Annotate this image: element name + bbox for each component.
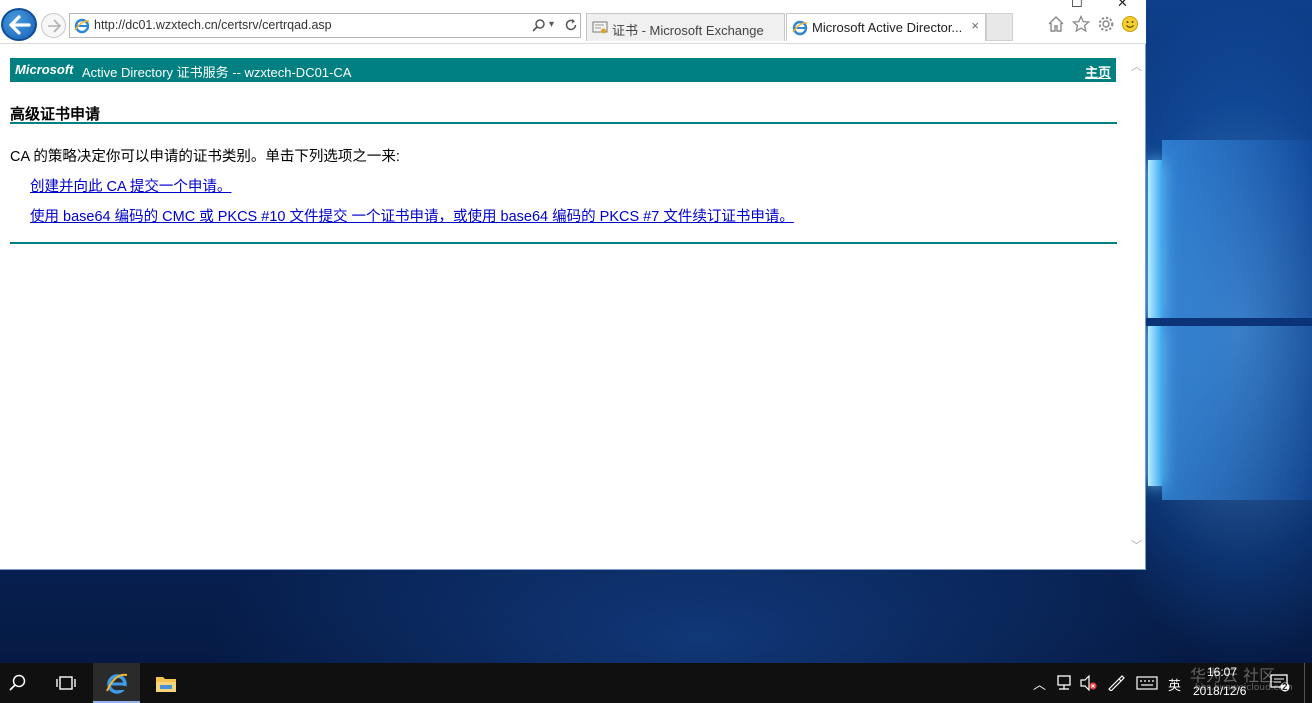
close-window-icon[interactable]: ✕ [1117,0,1128,11]
new-tab-button[interactable] [986,13,1013,41]
scroll-up-icon[interactable]: ︿ [1131,58,1142,74]
tab-exchange[interactable]: 证书 - Microsoft Exchange [586,13,785,41]
taskbar-internet-explorer[interactable] [93,663,140,703]
browser-toolbar: http://dc01.wzxtech.cn/certsrv/certrqad.… [0,0,1146,44]
ie-browser-window: http://dc01.wzxtech.cn/certsrv/certrqad.… [0,0,1146,570]
keyboard-icon[interactable] [1136,676,1158,690]
address-bar[interactable]: http://dc01.wzxtech.cn/certsrv/certrqad.… [69,13,581,38]
scroll-down-icon[interactable]: ﹀ [1131,537,1142,553]
tab-label: Microsoft Active Director... [812,20,963,35]
tab-label: 证书 - Microsoft Exchange [612,23,764,38]
submit-base64-request-link[interactable]: 使用 base64 编码的 CMC 或 PKCS #10 文件提交 一个证书申请… [30,205,794,226]
vertical-scrollbar[interactable]: ︿ ﹀ [1128,45,1145,569]
header-title: Active Directory 证书服务 -- wzxtech-DC01-CA [82,65,352,80]
divider [10,242,1117,244]
chevron-up-icon[interactable]: ︿ [1033,674,1046,693]
home-link[interactable]: 主页 [1085,62,1111,81]
search-icon[interactable] [532,18,546,32]
arrow-left-icon [9,15,31,35]
back-button[interactable] [1,8,37,41]
tab-close-icon[interactable]: × [971,18,979,33]
smiley-feedback-icon[interactable] [1121,15,1139,33]
ie-page-icon [792,20,808,36]
search-icon[interactable] [8,674,28,692]
maximize-icon[interactable]: ☐ [1071,0,1083,11]
address-dropdown-icon[interactable]: ▾ [549,19,554,30]
wallpaper-logo-gap [1146,318,1312,326]
internet-explorer-icon [106,673,128,694]
page-content: Microsoft Active Directory 证书服务 -- wzxte… [0,45,1128,569]
ie-page-icon [74,18,90,34]
home-icon[interactable] [1047,15,1065,33]
address-url[interactable]: http://dc01.wzxtech.cn/certsrv/certrqad.… [94,18,332,32]
create-request-link[interactable]: 创建并向此 CA 提交一个申请。 [30,175,231,196]
favorites-star-icon[interactable] [1072,15,1090,33]
ime-indicator[interactable]: 英 [1168,675,1181,694]
divider [10,122,1117,124]
refresh-icon[interactable] [564,18,578,32]
certsrv-header-bar: Microsoft Active Directory 证书服务 -- wzxte… [10,58,1116,82]
gear-icon[interactable] [1097,15,1115,33]
page-title: 高级证书申请 [10,106,101,123]
certificate-icon [592,21,608,34]
volume-muted-icon[interactable] [1080,675,1098,691]
tab-active-directory[interactable]: Microsoft Active Director... × [786,13,986,41]
forward-button[interactable] [41,13,66,38]
network-icon[interactable] [1055,675,1073,691]
microsoft-brand: Microsoft [15,62,74,77]
wallpaper-light-beam-bottom [1148,326,1162,486]
task-view-icon[interactable] [55,674,77,692]
watermark-url: bbs.huaweicloud.com [1195,683,1293,693]
windows-taskbar: ︿ 英 16:07 2018/12/6 2 华为云 社区 bbs.huaweic… [0,663,1312,703]
intro-text: CA 的策略决定你可以申请的证书类别。单击下列选项之一来: [10,149,400,165]
show-desktop-button[interactable] [1304,663,1312,703]
arrow-right-icon [48,19,62,33]
file-explorer-icon[interactable] [155,674,177,693]
wallpaper-light-beam-top [1148,160,1162,320]
pen-ink-icon[interactable] [1107,675,1125,691]
